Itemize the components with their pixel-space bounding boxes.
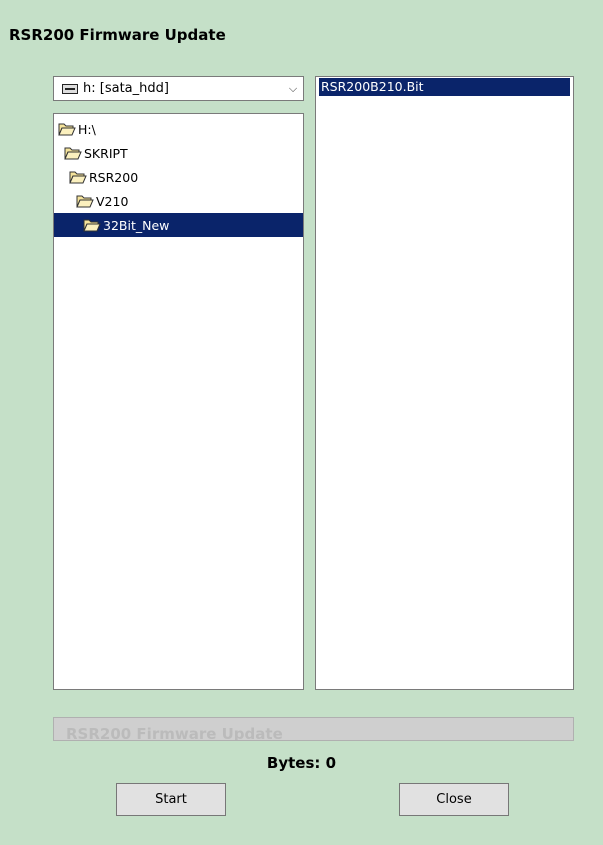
bytes-status: Bytes: 0 [0, 754, 603, 772]
bytes-value: 0 [325, 754, 337, 772]
close-button[interactable]: Close [399, 783, 509, 816]
open-folder-icon [58, 123, 76, 136]
drive-dropdown-value: h: [sata_hdd] [83, 81, 169, 96]
progress-label: RSR200 Firmware Update [66, 725, 283, 741]
open-folder-icon [69, 171, 87, 184]
tree-item-skript[interactable]: SKRIPT [54, 141, 303, 165]
start-button[interactable]: Start [116, 783, 226, 816]
tree-item-label: H:\ [78, 121, 96, 137]
open-folder-icon [64, 147, 82, 160]
progress-bar: RSR200 Firmware Update [53, 717, 574, 741]
tree-item-label: 32Bit_New [103, 217, 170, 233]
drive-dropdown[interactable]: h: [sata_hdd] ⌵ [53, 76, 304, 101]
folder-tree[interactable]: H:\ SKRIPT RSR200 V210 32Bit_New [53, 113, 304, 690]
hard-drive-icon [62, 83, 78, 94]
file-item[interactable]: RSR200B210.Bit [319, 78, 570, 96]
tree-item-drive-root[interactable]: H:\ [54, 117, 303, 141]
open-folder-icon [83, 219, 101, 232]
chevron-down-icon[interactable]: ⌵ [283, 82, 303, 96]
open-folder-icon [76, 195, 94, 208]
tree-item-label: SKRIPT [84, 145, 128, 161]
bytes-label: Bytes: [266, 754, 321, 772]
tree-item-label: V210 [96, 193, 129, 209]
tree-item-label: RSR200 [89, 169, 139, 185]
window-title: RSR200 Firmware Update [9, 26, 226, 44]
file-list[interactable]: RSR200B210.Bit [315, 76, 574, 690]
tree-item-32bit-new[interactable]: 32Bit_New [54, 213, 303, 237]
tree-item-v210[interactable]: V210 [54, 189, 303, 213]
tree-item-rsr200[interactable]: RSR200 [54, 165, 303, 189]
